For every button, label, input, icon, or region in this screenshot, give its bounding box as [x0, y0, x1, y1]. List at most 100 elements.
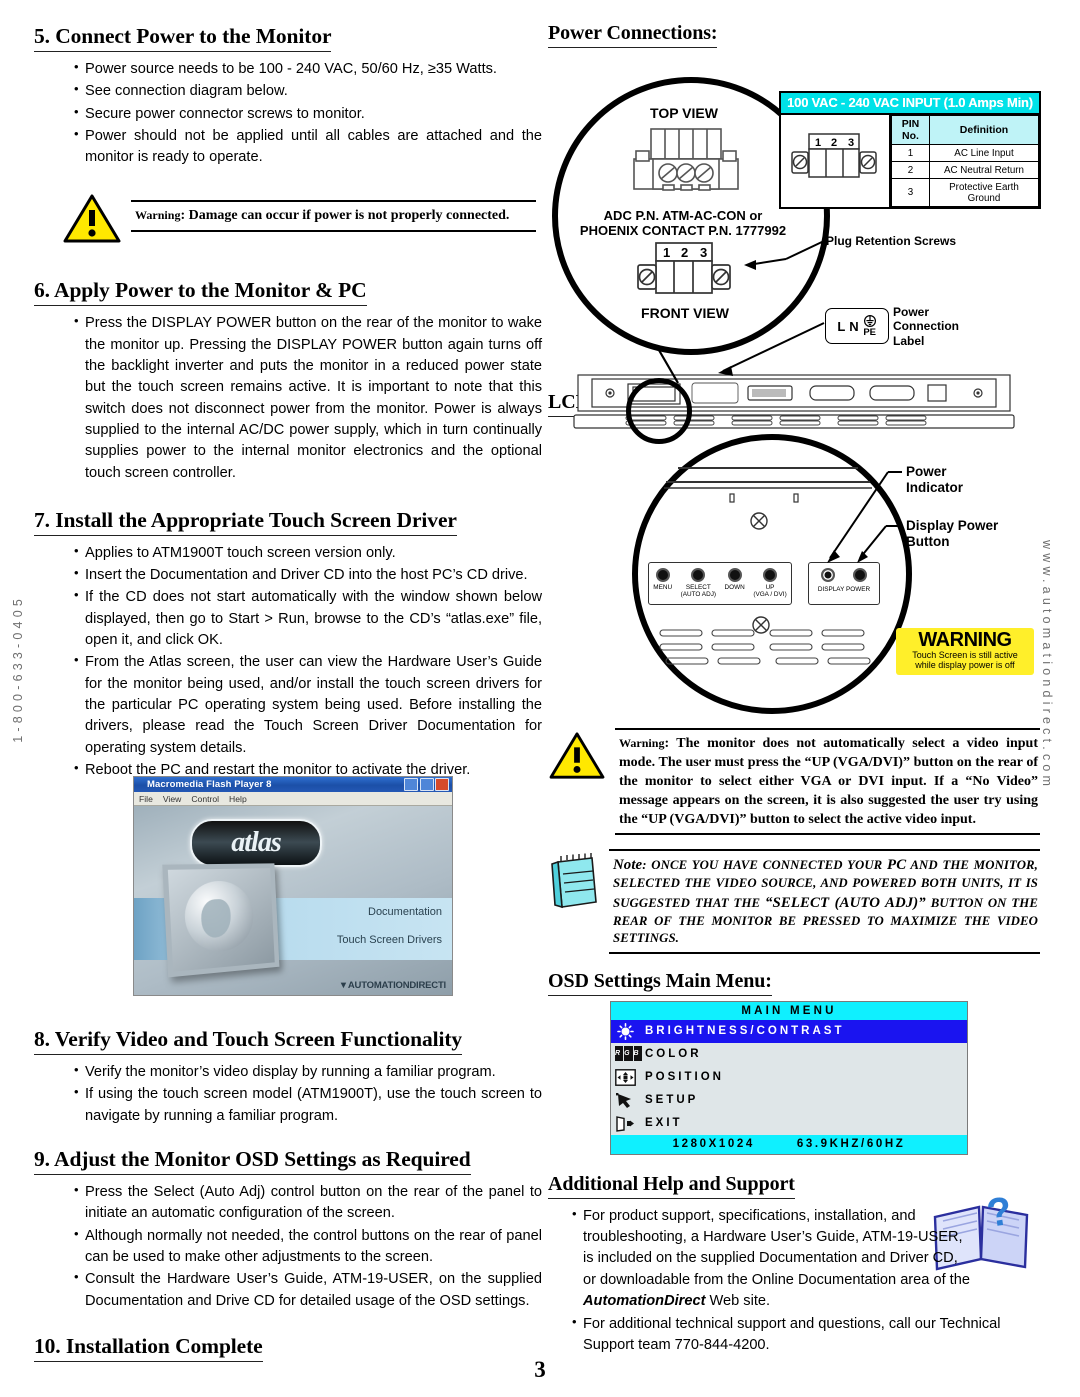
power-indicator-led-icon: [821, 568, 835, 582]
cell-definition: AC Neutral Return: [928, 161, 1040, 179]
button-dot-icon: [691, 568, 706, 582]
osd-item-label: BRIGHTNESS/CONTRAST: [645, 1025, 845, 1038]
top-view-connector: [626, 127, 746, 206]
setup-pointer-icon: [615, 1092, 636, 1109]
list-item: Press the Select (Auto Adj) control butt…: [74, 1181, 542, 1225]
section-8: 8. Verify Video and Touch Screen Functio…: [34, 1027, 542, 1127]
table-row: 2 AC Neutral Return: [891, 161, 1040, 179]
atlas-brand-footer: ▼AUTOMATIONDIRECTl: [338, 980, 447, 991]
top-view-label: TOP VIEW: [650, 105, 718, 121]
section-6-heading: 6. Apply Power to the Monitor & PC: [34, 278, 367, 307]
warning-badge-text: Touch Screen is still active while displ…: [912, 650, 1018, 671]
osd-item-color[interactable]: RGB COLOR: [611, 1043, 967, 1066]
menu-item-help[interactable]: Help: [229, 794, 247, 804]
brand-name: AutomationDirect: [583, 1292, 706, 1309]
osd-item-exit[interactable]: EXIT: [611, 1112, 967, 1135]
display-power-label: DISPLAY POWER: [817, 586, 871, 593]
osd-settings-heading: OSD Settings Main Menu:: [548, 970, 772, 996]
osd-control-button-pad: MENU SELECT (AUTO ADJ) DOWN UP (VGA / DV…: [648, 562, 792, 605]
note-text-before: : ONCE YOU HAVE CONNECTED YOUR: [642, 858, 888, 873]
button-sublabel: (VGA / DVI): [753, 591, 787, 599]
warning-label: Warning: [135, 208, 181, 223]
window-titlebar: Macromedia Flash Player 8: [134, 777, 452, 792]
help-text-b: Web site.: [705, 1292, 771, 1309]
svg-text:3: 3: [848, 137, 854, 149]
table-header: 100 VAC - 240 VAC INPUT (1.0 Amps Min): [781, 93, 1039, 115]
select-auto-adj-button[interactable]: SELECT (AUTO ADJ): [681, 568, 716, 599]
menu-button[interactable]: MENU: [653, 568, 672, 591]
globe-icon: [183, 880, 255, 954]
list-item: Press the DISPLAY POWER button on the re…: [74, 312, 542, 483]
table-connector-graphic: 1 2 3: [781, 115, 891, 207]
terminal-l-label: L: [837, 318, 846, 334]
window-title: Macromedia Flash Player 8: [147, 779, 272, 790]
svg-text:3: 3: [700, 245, 707, 260]
section-9-heading: 9. Adjust the Monitor OSD Settings as Re…: [34, 1147, 471, 1176]
section-7-heading: 7. Install the Appropriate Touch Screen …: [34, 508, 457, 536]
osd-item-label: SETUP: [645, 1094, 699, 1107]
plug-retention-screws-label: Plug Retention Screws: [826, 234, 957, 248]
window-menubar: File View Control Help: [134, 792, 452, 806]
osd-resolution: 1280X1024: [672, 1137, 755, 1150]
help-bullets: For product support, specifications, ins…: [548, 1205, 972, 1312]
menu-item-control[interactable]: Control: [191, 794, 219, 804]
osd-item-label: POSITION: [645, 1071, 724, 1084]
section-8-bullets: Verify the monitor’s video display by ru…: [34, 1061, 542, 1127]
minimize-icon[interactable]: [404, 778, 418, 791]
power-indicator-callout: Power Indicator: [906, 464, 964, 496]
cell-pin: 1: [891, 144, 930, 162]
osd-item-label: COLOR: [645, 1048, 702, 1061]
note-quote: “SELECT (AUTO ADJ)”: [765, 894, 926, 911]
menu-item-view[interactable]: View: [163, 794, 181, 804]
section-8-heading: 8. Verify Video and Touch Screen Functio…: [34, 1027, 462, 1056]
front-view-label: FRONT VIEW: [641, 305, 729, 321]
svg-text:1: 1: [663, 245, 670, 260]
list-item: If using the touch screen model (ATM1900…: [74, 1083, 542, 1127]
menu-item-file[interactable]: File: [139, 794, 153, 804]
power-connection-label-box: L N PE: [825, 308, 889, 344]
earth-ground-symbol: PE: [863, 314, 877, 338]
maximize-icon[interactable]: [419, 778, 434, 791]
section-5: 5. Connect Power to the Monitor Power so…: [34, 24, 542, 168]
list-item: Secure power connector screws to monitor…: [74, 103, 542, 125]
list-item: Verify the monitor’s video display by ru…: [74, 1061, 542, 1083]
section-6-bullets: Press the DISPLAY POWER button on the re…: [34, 312, 542, 483]
atlas-logo: atlas: [190, 819, 322, 867]
atlas-content: atlas Documentation Touch Screen Drivers…: [134, 806, 452, 995]
help-heading: Additional Help and Support: [548, 1173, 795, 1199]
display-power-dots: [821, 568, 867, 582]
svg-text:2: 2: [831, 137, 837, 149]
display-power-dot-icon[interactable]: [853, 568, 867, 582]
button-label: UP: [765, 584, 775, 591]
notepad-icon: [548, 849, 600, 915]
osd-status-bar: 1280X1024 63.9KHZ/60HZ: [611, 1134, 967, 1154]
cell-definition: Protective Earth Ground: [928, 178, 1040, 207]
atlas-link-touch-drivers[interactable]: Touch Screen Drivers: [337, 934, 442, 946]
osd-item-brightness-contrast[interactable]: BRIGHTNESS/CONTRAST: [611, 1019, 967, 1043]
help-bullets-2: For additional technical support and que…: [548, 1313, 1042, 1357]
warning-text: : The monitor does not automatically sel…: [619, 736, 1038, 828]
button-sublabel: (AUTO ADJ): [680, 591, 717, 599]
osd-item-setup[interactable]: SETUP: [611, 1089, 967, 1112]
button-label: SELECT: [685, 584, 711, 591]
cell-definition: AC Line Input: [928, 144, 1040, 162]
osd-frequency: 63.9KHZ/60HZ: [796, 1137, 906, 1150]
svg-text:1: 1: [815, 137, 821, 149]
close-icon[interactable]: [435, 778, 449, 791]
osd-main-menu: MAIN MENU BRIGHTNESS/CONTRAST R G B COLO…: [610, 1000, 968, 1155]
panel-edge-lines: [664, 467, 872, 503]
warning-triangle-icon: [62, 190, 122, 250]
osd-item-label: EXIT: [645, 1117, 683, 1130]
brightness-icon: [615, 1022, 636, 1040]
page-number: 3: [534, 1357, 546, 1382]
down-button[interactable]: DOWN: [725, 568, 745, 591]
osd-title-bar: MAIN MENU: [611, 1001, 967, 1020]
rgb-color-icon: RGB: [615, 1045, 642, 1063]
additional-help-section: Additional Help and Support ? For produc…: [548, 1173, 1040, 1357]
lcd-power-button-figure: MENU SELECT (AUTO ADJ) DOWN UP (VGA / DV…: [548, 422, 1040, 722]
atlas-link-documentation[interactable]: Documentation: [368, 906, 442, 918]
document-page: 1-800-633-0405 www.automationdirect.com …: [0, 0, 1080, 1397]
monitor-globe-graphic: [162, 863, 280, 978]
up-vga-dvi-button[interactable]: UP (VGA / DVI): [753, 568, 787, 599]
osd-item-position[interactable]: POSITION: [611, 1066, 967, 1089]
